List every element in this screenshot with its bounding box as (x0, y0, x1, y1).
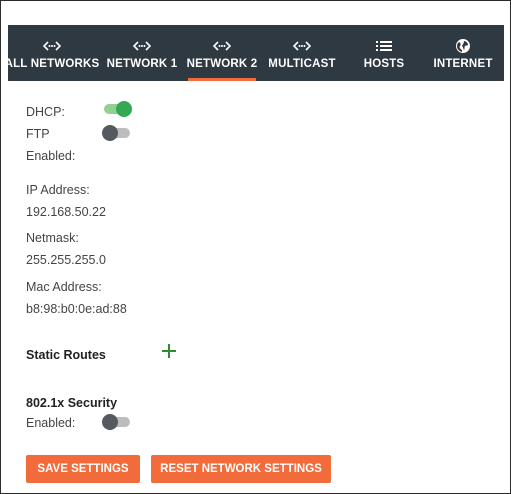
add-static-route-plus-icon[interactable] (161, 343, 177, 359)
ip-address-value: 192.168.50.22 (26, 205, 106, 219)
ftp-label: FTP (26, 127, 50, 141)
network-icon (293, 37, 311, 55)
ip-address-label: IP Address: (26, 183, 90, 197)
netmask-label: Netmask: (26, 231, 79, 245)
tab-label: ALL NETWORKS (8, 57, 100, 70)
tab-label: MULTICAST (268, 57, 336, 70)
tab-label: HOSTS (363, 57, 405, 70)
tab-network-2[interactable]: NETWORK 2 (182, 25, 262, 81)
netmask-value: 255.255.255.0 (26, 253, 106, 267)
dhcp-label: DHCP: (26, 105, 65, 119)
tab-hosts[interactable]: HOSTS (344, 25, 424, 81)
tab-network-1[interactable]: NETWORK 1 (102, 25, 182, 81)
reset-network-settings-button[interactable]: RESET NETWORK SETTINGS (151, 455, 331, 483)
network-icon (43, 37, 61, 55)
list-icon (376, 37, 392, 55)
tab-multicast[interactable]: MULTICAST (262, 25, 342, 81)
globe-icon (455, 37, 471, 55)
network-tab-bar: ALL NETWORKS NETWORK 1 NETWORK 2 MULTICA… (8, 25, 504, 81)
network-settings-panel: ALL NETWORKS NETWORK 1 NETWORK 2 MULTICA… (0, 0, 511, 494)
security-title: 802.1x Security (26, 396, 118, 410)
mac-address-value: b8:98:b0:0e:ad:88 (26, 302, 127, 316)
static-routes-title: Static Routes (26, 348, 106, 362)
tab-all-networks[interactable]: ALL NETWORKS (8, 25, 102, 81)
tab-label: INTERNET (433, 57, 493, 70)
security-enabled-label: Enabled: (26, 416, 76, 430)
tab-label: NETWORK 1 (106, 57, 178, 70)
tab-label: NETWORK 2 (186, 57, 258, 70)
save-settings-button[interactable]: SAVE SETTINGS (26, 455, 140, 483)
network-icon (213, 37, 231, 55)
security-toggle[interactable] (102, 414, 132, 430)
ftp-toggle[interactable] (102, 125, 132, 141)
network-icon (133, 37, 151, 55)
mac-address-label: Mac Address: (26, 280, 102, 294)
dhcp-toggle[interactable] (102, 101, 132, 117)
tab-internet[interactable]: INTERNET (423, 25, 503, 81)
ftp-enabled-label: Enabled: (26, 149, 76, 163)
